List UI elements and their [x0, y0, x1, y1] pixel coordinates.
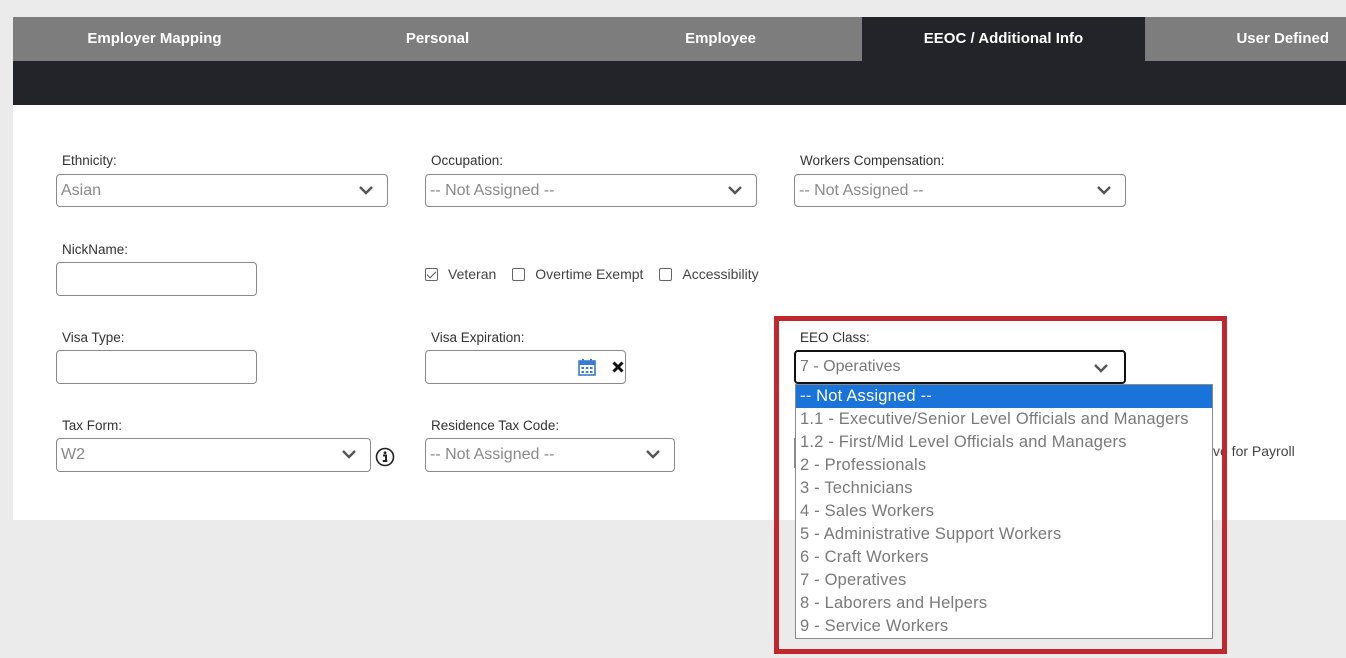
tab-content-header	[13, 61, 1346, 105]
eeo-option-8[interactable]: 8 - Laborers and Helpers	[796, 592, 1212, 615]
workers-compensation-label: Workers Compensation:	[800, 153, 945, 168]
visa-expiration-input[interactable]	[425, 350, 626, 384]
tax-form-value: W2	[61, 446, 85, 463]
eeo-option-5[interactable]: 5 - Administrative Support Workers	[796, 523, 1212, 546]
overtime-exempt-option[interactable]: Overtime Exempt	[512, 266, 643, 282]
tab-user-defined[interactable]: User Defined	[1145, 17, 1345, 61]
chevron-down-icon	[646, 450, 660, 459]
tab-employer-mapping[interactable]: Employer Mapping	[13, 17, 296, 61]
ethnicity-value: Asian	[61, 182, 102, 199]
visa-expiration-label: Visa Expiration:	[431, 330, 525, 345]
occupation-label: Occupation:	[431, 153, 504, 168]
tab-bar: Employer Mapping Personal Employee EEOC …	[13, 17, 1346, 61]
accessibility-label: Accessibility	[682, 266, 759, 282]
tab-employee[interactable]: Employee	[579, 17, 862, 61]
tab-eeoc-additional-info[interactable]: EEOC / Additional Info	[862, 17, 1145, 61]
eeo-option-1-1[interactable]: 1.1 - Executive/Senior Level Officials a…	[796, 408, 1212, 431]
eeo-class-dropdown-list[interactable]: -- Not Assigned -- 1.1 - Executive/Senio…	[795, 384, 1213, 639]
tab-personal[interactable]: Personal	[296, 17, 579, 61]
visa-type-label: Visa Type:	[62, 330, 125, 345]
accessibility-option[interactable]: Accessibility	[659, 266, 759, 282]
overtime-exempt-label: Overtime Exempt	[535, 266, 644, 282]
ethnicity-select[interactable]: Asian	[56, 174, 388, 207]
eeo-option-2[interactable]: 2 - Professionals	[796, 454, 1212, 477]
info-icon[interactable]	[375, 447, 395, 467]
tax-form-label: Tax Form:	[62, 418, 123, 433]
eeo-option-6[interactable]: 6 - Craft Workers	[796, 546, 1212, 569]
eeo-class-label: EEO Class:	[800, 330, 870, 345]
eeo-class-value: 7 - Operatives	[800, 358, 901, 375]
occupation-value: -- Not Assigned --	[430, 182, 555, 199]
chevron-down-icon	[1097, 186, 1111, 195]
occupation-select[interactable]: -- Not Assigned --	[425, 174, 757, 207]
tax-form-select[interactable]: W2	[56, 438, 371, 472]
workers-compensation-value: -- Not Assigned --	[799, 182, 924, 199]
eeo-option-4[interactable]: 4 - Sales Workers	[796, 500, 1212, 523]
residence-tax-code-select[interactable]: -- Not Assigned --	[425, 438, 675, 472]
chevron-down-icon	[1094, 364, 1108, 373]
eeo-option-7[interactable]: 7 - Operatives	[796, 569, 1212, 592]
eeo-option-9[interactable]: 9 - Service Workers	[796, 615, 1212, 638]
nickname-label: NickName:	[62, 242, 129, 257]
eeo-option-1-2[interactable]: 1.2 - First/Mid Level Officials and Mana…	[796, 431, 1212, 454]
chevron-down-icon	[359, 186, 373, 195]
overtime-exempt-checkbox[interactable]	[512, 267, 526, 281]
flags-checkbox-group: Veteran Overtime Exempt Accessibility	[425, 266, 775, 282]
accessibility-checkbox[interactable]	[659, 267, 673, 281]
ethnicity-label: Ethnicity:	[62, 153, 117, 168]
visa-type-input[interactable]	[56, 350, 257, 384]
residence-tax-code-label: Residence Tax Code:	[431, 418, 560, 433]
eeo-option-not-assigned[interactable]: -- Not Assigned --	[796, 385, 1212, 408]
chevron-down-icon	[342, 450, 356, 459]
eeo-class-select[interactable]: 7 - Operatives	[794, 350, 1126, 384]
veteran-option[interactable]: Veteran	[425, 266, 496, 282]
veteran-label: Veteran	[448, 266, 497, 282]
veteran-checkbox[interactable]	[425, 267, 438, 281]
residence-tax-code-value: -- Not Assigned --	[430, 446, 555, 463]
close-icon[interactable]	[612, 361, 624, 373]
eeo-option-3[interactable]: 3 - Technicians	[796, 477, 1212, 500]
calendar-icon[interactable]	[578, 358, 596, 376]
chevron-down-icon	[728, 186, 742, 195]
nickname-input[interactable]	[56, 262, 257, 296]
workers-compensation-select[interactable]: -- Not Assigned --	[794, 174, 1126, 207]
